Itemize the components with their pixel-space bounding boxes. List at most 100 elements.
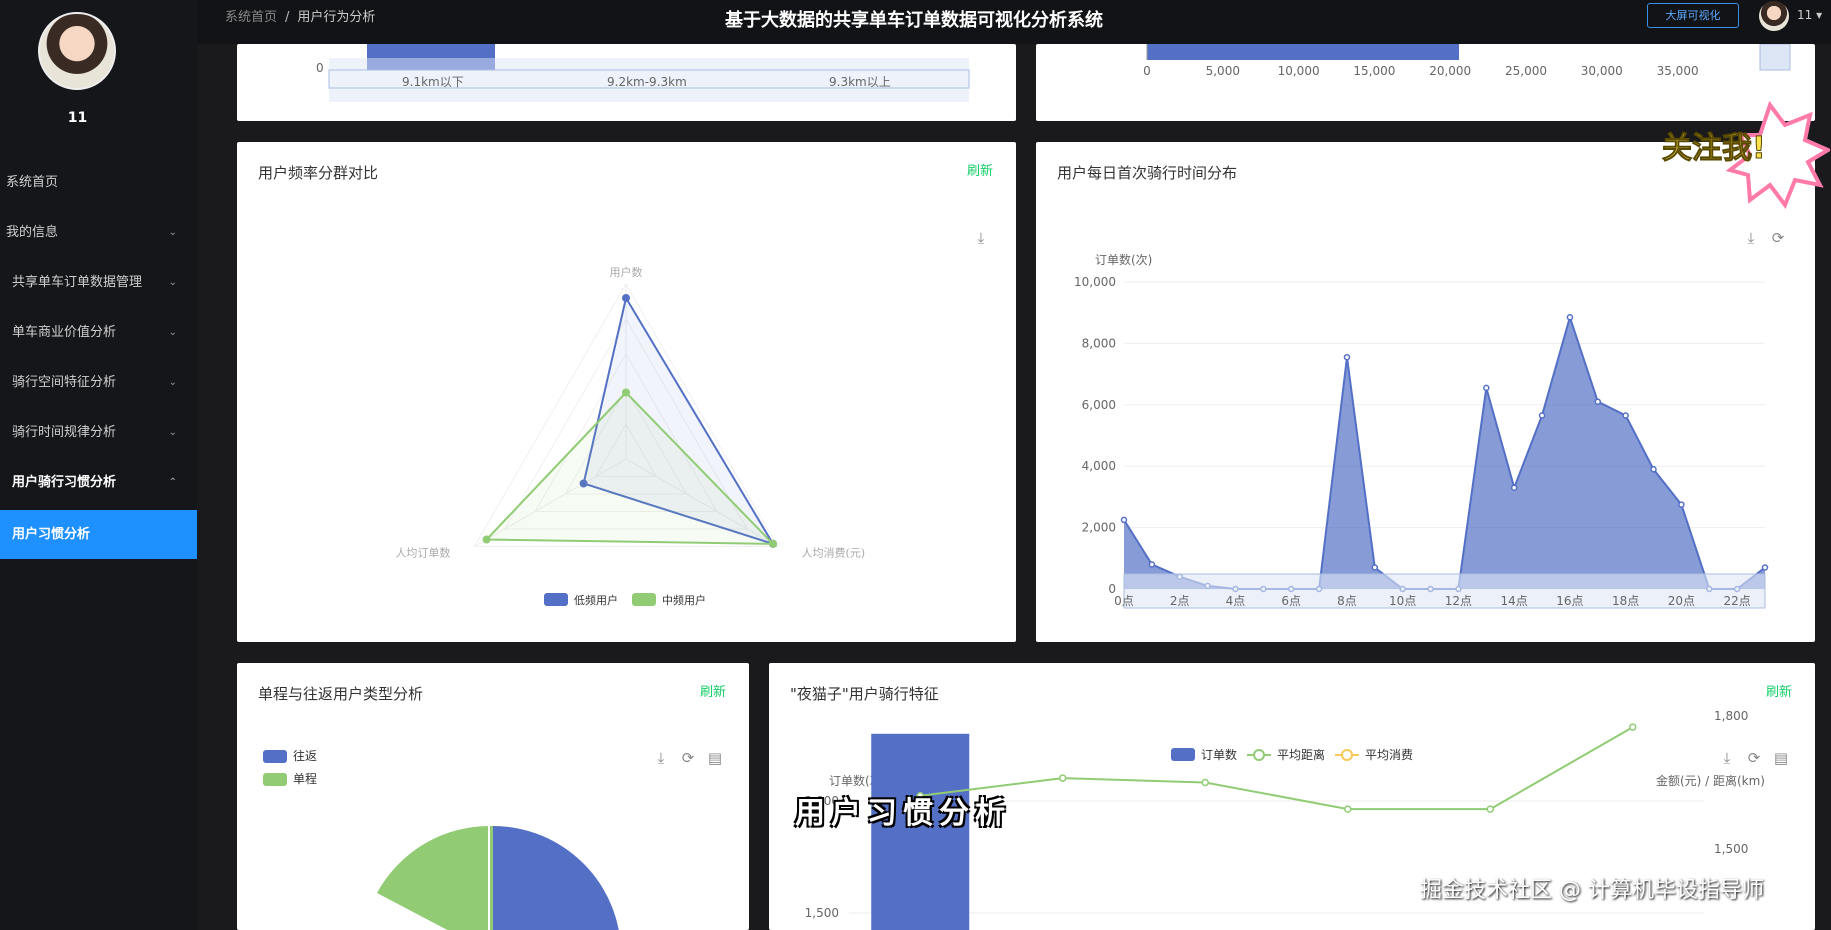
sidebar-item-business-value[interactable]: 单车商业价值分析 ⌄: [0, 308, 197, 358]
radar-indicator-label: 人均订单数: [395, 547, 450, 560]
area-point: [1622, 412, 1629, 419]
card-first-ride: 用户每日首次骑行时间分布 ⤓ ⟳ 订单数(次) 0 2,000 4,000 6,000 8…: [1036, 142, 1815, 642]
card-frequency: 用户频率分群对比 刷新 ⤓ 用户数 人均消费(元) 人均订单数 低频用户 中频用户: [237, 142, 1016, 642]
avatar[interactable]: [38, 12, 116, 90]
radar-series-1: [484, 391, 776, 545]
y-tick-label: 8,000: [1082, 336, 1116, 350]
y-tick-label: 10,000: [1074, 275, 1116, 289]
area-point: [1761, 564, 1769, 571]
watermark: 掘金技术社区 @ 计算机毕设指导师: [1420, 878, 1764, 903]
area-point: [1148, 561, 1156, 568]
area-point: [1371, 564, 1379, 571]
x-tick-label: 14点: [1501, 594, 1528, 608]
pie-slice-oneway[interactable]: [377, 825, 493, 930]
y-axis-title: 订单数(次): [1095, 252, 1152, 267]
area-point: [1483, 384, 1490, 392]
legend-swatch: [632, 593, 656, 606]
x-tick-label: 20点: [1668, 594, 1695, 608]
x-tick-label: 15,000: [1353, 64, 1395, 78]
legend-label: 订单数: [1201, 747, 1237, 762]
x-tick-label: 30,000: [1581, 64, 1623, 78]
line-series-distance: [920, 726, 1634, 811]
follow-badge-text: 关注我!: [1662, 131, 1766, 166]
x-tick-label: 10点: [1389, 594, 1416, 608]
chevron-down-icon: ⌄: [168, 327, 177, 338]
card-trip-type: 单程与往返用户类型分析 刷新 ⤓ ⟳ ▤ 往返 单程: [237, 663, 749, 930]
sidebar-item-home[interactable]: 系统首页: [0, 158, 197, 208]
y-tick-label: 4,000: [1082, 459, 1116, 473]
video-caption: 用户习惯分析: [795, 796, 1011, 831]
sidebar-item-label: 骑行空间特征分析: [12, 375, 117, 390]
y-axis-title: 金额(元) / 距离(km): [1656, 773, 1765, 788]
legend-label: 中频用户: [662, 593, 706, 607]
chevron-down-icon: ⌄: [168, 427, 177, 438]
x-tick-label: 10,000: [1278, 64, 1320, 78]
chevron-down-icon: ⌄: [168, 227, 177, 238]
slider-label: 9.1km以下: [402, 75, 464, 89]
sidebar-menu: 系统首页 我的信息 ⌄ 共享单车订单数据管理 ⌄ 单车商业价值分析 ⌄ 骑行空间…: [0, 158, 197, 559]
y-tick-label: 6,000: [1082, 398, 1116, 412]
area-fill: [1124, 317, 1765, 589]
legend-label: 低频用户: [574, 593, 618, 607]
sidebar-item-label: 骑行时间规律分析: [12, 425, 117, 440]
y-tick-label: 1,500: [1714, 842, 1748, 856]
sidebar-item-label: 用户骑行习惯分析: [12, 475, 117, 490]
sidebar-item-order-management[interactable]: 共享单车订单数据管理 ⌄: [0, 258, 197, 308]
chart-bar: [1147, 44, 1459, 60]
sidebar-item-habit-analysis[interactable]: 用户骑行习惯分析 ⌃: [0, 458, 197, 508]
x-tick-label: 6点: [1281, 594, 1301, 608]
pie-slice-roundtrip[interactable]: [493, 826, 621, 930]
x-tick-label: 8点: [1337, 594, 1357, 608]
legend-swatch: [1171, 748, 1195, 761]
sidebar-item-user-habit[interactable]: 用户习惯分析: [0, 510, 197, 559]
area-point: [1120, 516, 1128, 524]
distance-chart: 0 9.1km以下 9.2km-9.3km 9.3km以上: [316, 44, 970, 102]
x-tick-label: 25,000: [1505, 64, 1547, 78]
area-point: [1678, 501, 1685, 508]
datazoom-slider[interactable]: [1759, 44, 1791, 71]
big-screen-button[interactable]: 大屏可视化: [1647, 3, 1739, 28]
app-root: 11 系统首页 我的信息 ⌄ 共享单车订单数据管理 ⌄ 单车商业价值分析 ⌄ 骑…: [0, 0, 1831, 930]
x-tick-label: 12点: [1445, 594, 1472, 608]
sidebar-user-name: 11: [67, 110, 88, 126]
line-point: [1059, 774, 1067, 782]
card-distance-chart: 0 9.1km以下 9.2km-9.3km 9.3km以上: [237, 44, 1016, 121]
x-tick-label: 0: [1143, 64, 1151, 78]
avatar[interactable]: [1759, 1, 1789, 31]
area-point: [1650, 466, 1657, 473]
area-point: [1343, 353, 1351, 361]
x-tick-label: 5,000: [1206, 64, 1240, 78]
area-point: [1538, 412, 1546, 419]
x-tick-label: 22点: [1723, 594, 1750, 608]
y-tick-label: 1,500: [805, 906, 839, 920]
slider-label: 9.3km以上: [829, 75, 891, 89]
sidebar-item-label: 单车商业价值分析: [12, 325, 117, 340]
radar-point: [482, 535, 491, 544]
radar-indicator-label: 用户数: [610, 265, 643, 279]
sidebar: 11 系统首页 我的信息 ⌄ 共享单车订单数据管理 ⌄ 单车商业价值分析 ⌄ 骑…: [0, 0, 197, 930]
x-tick-label: 4点: [1226, 594, 1246, 608]
area-point: [1510, 484, 1518, 491]
legend-swatch: [1341, 749, 1353, 761]
user-menu[interactable]: 11 ▾: [1797, 8, 1822, 22]
radar-chart: 用户数人均消费(元) 人均订单数低频用户 中频用户: [395, 265, 865, 607]
x-tick-label: 2点: [1170, 594, 1190, 608]
top-bar: 系统首页 / 用户行为分析 基于大数据的共享单车订单数据可视化分析系统 大屏可视化 …: [197, 0, 1831, 44]
x-tick-label: 20,000: [1429, 64, 1471, 78]
x-tick-label: 16点: [1556, 594, 1583, 608]
sidebar-item-spatial-analysis[interactable]: 骑行空间特征分析 ⌄: [0, 358, 197, 408]
y-tick-label: 2,000: [1082, 521, 1116, 535]
area-point: [1594, 398, 1602, 405]
sidebar-item-time-analysis[interactable]: 骑行时间规律分析 ⌄: [0, 408, 197, 458]
follow-badge: 关注我!: [1662, 100, 1830, 210]
line-point: [1344, 805, 1352, 813]
legend-swatch: [544, 593, 568, 606]
sidebar-item-my-info[interactable]: 我的信息 ⌄: [0, 208, 197, 258]
line-point: [1629, 723, 1637, 731]
slider-label: 9.2km-9.3km: [607, 75, 687, 89]
radar-point: [769, 539, 778, 548]
x-tick-label: 0点: [1114, 594, 1134, 608]
chevron-up-icon: ⌃: [168, 477, 177, 488]
sidebar-item-label: 用户习惯分析: [12, 527, 91, 542]
sidebar-item-label: 我的信息: [6, 225, 59, 240]
